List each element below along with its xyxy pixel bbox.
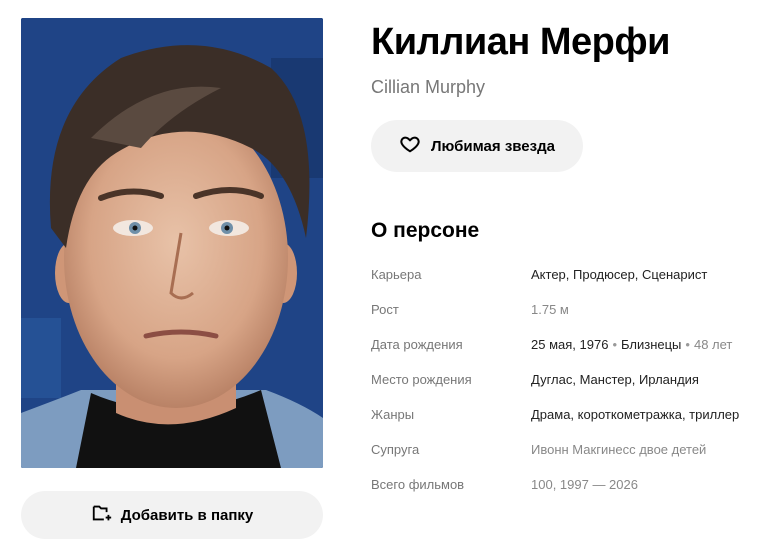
person-photo (21, 18, 323, 468)
row-key: Дата рождения (371, 337, 463, 352)
about-row-spouse: Супруга Ивонн Макгинесс двое детей (371, 432, 764, 467)
age: 48 лет (693, 337, 733, 352)
row-value[interactable]: 100, 1997 — 2026 (531, 477, 638, 492)
separator-dot: • (612, 337, 617, 352)
original-name: Cillian Murphy (371, 77, 486, 97)
row-key: Карьера (371, 267, 422, 282)
row-value[interactable]: Дуглас, Манстер, Ирландия (531, 372, 699, 387)
photo-column (21, 18, 323, 468)
row-key: Жанры (371, 407, 415, 422)
about-row-height: Рост 1.75 м (371, 292, 764, 327)
heart-icon (399, 133, 421, 159)
add-to-folder-label: Добавить в папку (120, 506, 254, 524)
page-title: Киллиан Мерфи (371, 21, 670, 63)
row-key: Всего фильмов (371, 477, 465, 492)
row-value: 1.75 м (531, 302, 569, 317)
about-section-title: О персоне (371, 219, 480, 242)
favorite-star-label: Любимая звезда (431, 137, 555, 155)
about-row-career: Карьера Актер, Продюсер, Сценарист (371, 257, 764, 292)
about-table: Карьера Актер, Продюсер, Сценарист Рост … (371, 257, 764, 502)
about-row-films-total: Всего фильмов 100, 1997 — 2026 (371, 467, 764, 502)
folder-plus-icon (91, 502, 113, 528)
add-to-folder-button[interactable]: Добавить в папку (21, 491, 323, 539)
row-value[interactable]: Актер, Продюсер, Сценарист (531, 267, 707, 282)
favorite-star-button[interactable]: Любимая звезда (371, 120, 583, 172)
row-key: Место рождения (371, 372, 472, 387)
person-info: Киллиан Мерфи Cillian Murphy Любимая зве… (371, 18, 764, 502)
birth-date[interactable]: 25 мая, 1976 (531, 337, 608, 352)
zodiac-sign[interactable]: Близнецы (621, 337, 681, 352)
about-row-birthdate: Дата рождения 25 мая, 1976 • Близнецы • 48 л… (371, 327, 764, 362)
row-key: Супруга (371, 442, 420, 457)
about-row-birthplace: Место рождения Дуглас, Манстер, Ирландия (371, 362, 764, 397)
row-key: Рост (371, 302, 399, 317)
row-value: 25 мая, 1976 • Близнецы • 48 лет (531, 337, 732, 352)
separator-dot: • (685, 337, 690, 352)
row-value[interactable]: Драма, короткометражка, триллер (531, 407, 739, 422)
row-value[interactable]: Ивонн Макгинесс двое детей (531, 442, 706, 457)
about-row-genres: Жанры Драма, короткометражка, триллер (371, 397, 764, 432)
